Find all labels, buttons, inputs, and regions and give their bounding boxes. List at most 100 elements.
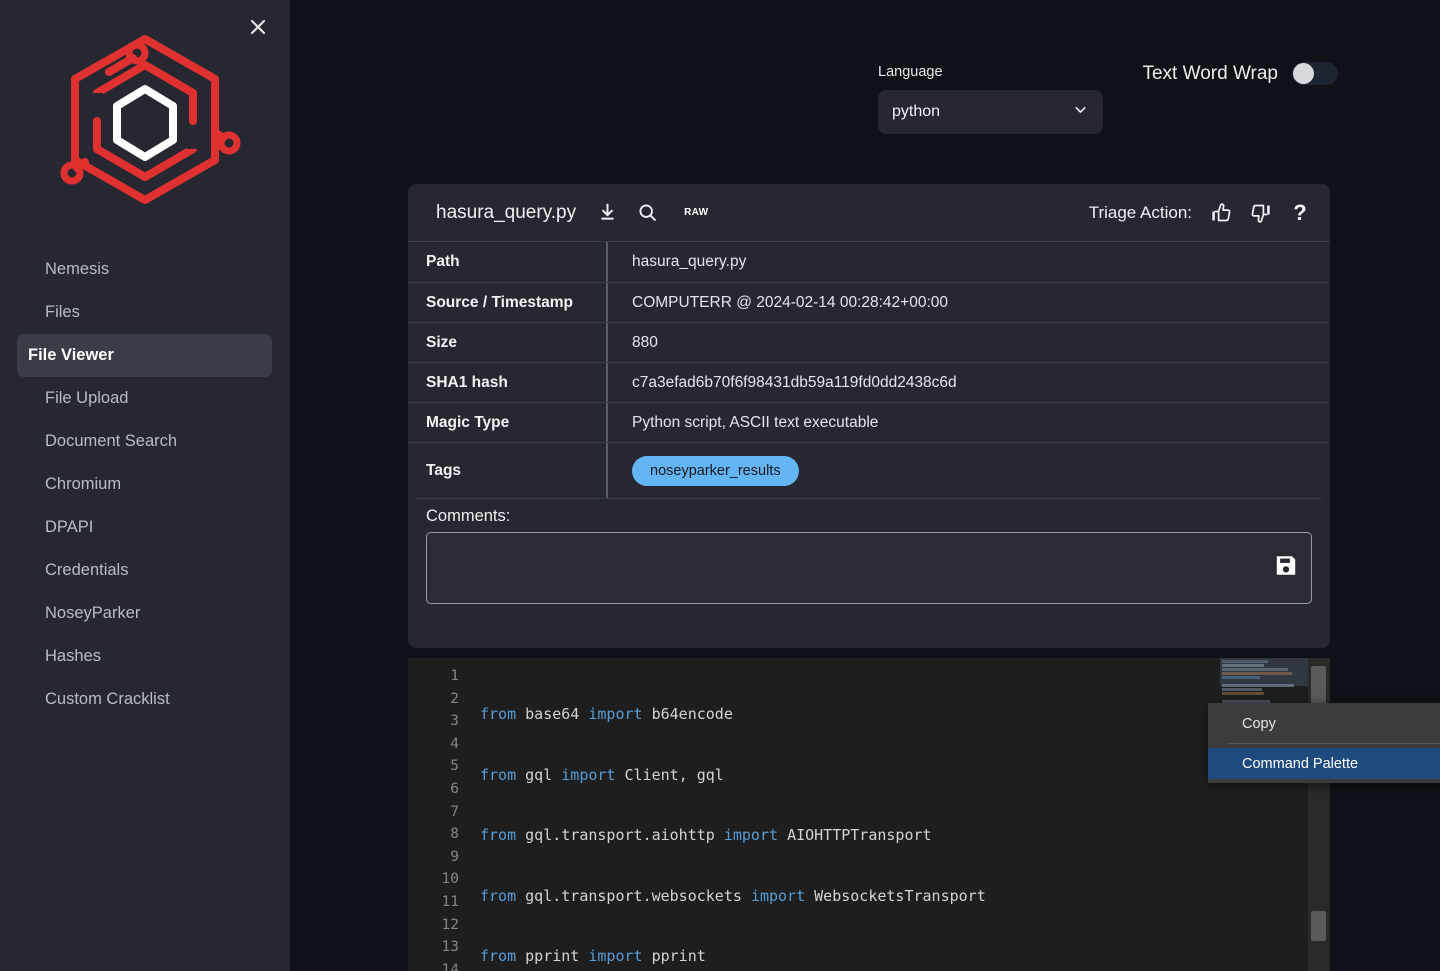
save-floppy-icon[interactable] (1273, 553, 1299, 584)
table-row: Source / Timestamp COMPUTERR @ 2024-02-1… (408, 282, 1330, 322)
table-row: Magic Type Python script, ASCII text exe… (408, 402, 1330, 442)
sidebar-item-document-search[interactable]: Document Search (17, 420, 272, 463)
word-wrap-label: Text Word Wrap (1142, 62, 1278, 84)
close-icon[interactable] (244, 13, 272, 41)
status-badge[interactable]: noseyparker_results (632, 455, 799, 486)
viewer-toolbar: Language python Text Word Wrap (290, 0, 1440, 175)
sidebar-item-chromium[interactable]: Chromium (17, 463, 272, 506)
metadata-value: 880 (632, 333, 658, 351)
comments-input[interactable] (426, 532, 1312, 604)
sidebar-nav: Nemesis Files File Viewer File Upload Do… (0, 240, 290, 721)
metadata-key: Magic Type (408, 403, 608, 442)
sidebar-item-label: Document Search (45, 432, 178, 450)
line-number: 13 (441, 939, 459, 956)
metadata-key: Size (408, 323, 608, 362)
line-number: 14 (441, 961, 459, 971)
sidebar-item-label: File Upload (45, 389, 129, 407)
search-icon[interactable] (632, 198, 662, 228)
context-menu: Copy Command Palette F1 (1208, 703, 1440, 783)
minimap-line (1222, 664, 1264, 667)
sidebar-item-hashes[interactable]: Hashes (17, 635, 272, 678)
comments-label: Comments: (426, 507, 511, 525)
sidebar-item-files[interactable]: Files (17, 291, 272, 334)
table-row: Path hasura_query.py (408, 242, 1330, 282)
metadata-key: Source / Timestamp (408, 283, 608, 322)
download-icon[interactable] (592, 198, 622, 228)
main-content: Language python Text Word Wrap hasura_qu… (290, 0, 1440, 971)
sidebar-item-label: Chromium (45, 475, 122, 493)
code-line: from gql import Client, gql (480, 765, 724, 784)
line-number-gutter: 1 2 3 4 5 6 7 8 9 10 11 12 13 14 (408, 658, 472, 971)
context-menu-item-command-palette[interactable]: Command Palette F1 (1208, 748, 1440, 779)
metadata-value: c7a3efad6b70f6f98431db59a119fd0dd2438c6d (632, 373, 957, 391)
context-menu-item-copy[interactable]: Copy (1208, 708, 1440, 739)
line-number: 10 (441, 871, 459, 888)
sidebar-item-label: Custom Cracklist (45, 690, 170, 708)
sidebar-item-label: Credentials (45, 561, 129, 579)
minimap-line (1222, 688, 1262, 691)
sidebar-item-file-viewer[interactable]: File Viewer (17, 334, 272, 377)
code-line: from base64 import b64encode (480, 705, 733, 723)
line-number: 7 (450, 803, 459, 820)
sidebar-item-file-upload[interactable]: File Upload (17, 377, 272, 420)
metadata-value: COMPUTERR @ 2024-02-14 00:28:42+00:00 (632, 293, 949, 311)
line-number: 12 (441, 916, 459, 933)
word-wrap-group: Text Word Wrap (1142, 62, 1338, 85)
minimap-line (1222, 692, 1264, 695)
line-number: 6 (450, 780, 459, 797)
code-line: from gql.transport.aiohttp import AIOHTT… (480, 826, 932, 845)
line-number: 8 (450, 826, 459, 843)
toggle-knob (1293, 63, 1314, 84)
metadata-table: Path hasura_query.py Source / Timestamp … (408, 242, 1330, 499)
question-mark-icon[interactable]: ? (1288, 200, 1312, 226)
app-root: Nemesis Files File Viewer File Upload Do… (0, 0, 1440, 971)
line-number: 9 (450, 848, 459, 865)
divider (1228, 743, 1440, 744)
scrollbar-thumb-secondary[interactable] (1311, 911, 1326, 941)
metadata-key: Tags (408, 443, 608, 498)
sidebar-item-label: File Viewer (28, 346, 114, 364)
context-menu-label: Copy (1242, 715, 1276, 732)
chevron-down-icon (1072, 101, 1089, 123)
sidebar-item-nemesis[interactable]: Nemesis (17, 248, 272, 291)
code-lines[interactable]: from base64 import b64encode from gql im… (480, 658, 1220, 971)
minimap-line (1222, 668, 1288, 671)
minimap-line (1222, 676, 1260, 679)
file-details-card: hasura_query.py RAW Triage Action: ? Pat… (408, 184, 1330, 648)
language-select-value: python (892, 103, 941, 120)
metadata-key: SHA1 hash (408, 363, 608, 402)
minimap-line (1222, 672, 1292, 675)
minimap-line (1222, 684, 1294, 687)
line-number: 2 (450, 690, 459, 707)
sidebar-item-label: Files (45, 303, 80, 321)
sidebar-item-label: NoseyParker (45, 604, 141, 622)
thumbs-down-icon[interactable] (1248, 200, 1274, 226)
tags-cell: noseyparker_results (608, 443, 1330, 498)
sidebar-item-label: DPAPI (45, 518, 94, 536)
triage-label: Triage Action: (1088, 202, 1192, 222)
sidebar: Nemesis Files File Viewer File Upload Do… (0, 0, 290, 971)
context-menu-label: Command Palette (1242, 755, 1359, 772)
sidebar-item-custom-cracklist[interactable]: Custom Cracklist (17, 678, 272, 721)
table-row: Size 880 (408, 322, 1330, 362)
thumbs-up-icon[interactable] (1208, 200, 1234, 226)
sidebar-item-label: Hashes (45, 647, 101, 665)
language-selector-group: Language python (878, 64, 1103, 134)
table-row-tags: Tags noseyparker_results (408, 442, 1330, 498)
word-wrap-toggle[interactable] (1292, 62, 1338, 85)
metadata-key: Path (408, 242, 608, 282)
file-card-header: hasura_query.py RAW Triage Action: ? (408, 184, 1330, 242)
sidebar-item-label: Nemesis (45, 260, 110, 278)
code-editor[interactable]: 1 2 3 4 5 6 7 8 9 10 11 12 13 14 from ba… (408, 658, 1330, 971)
language-select[interactable]: python (878, 90, 1103, 134)
code-line: from gql.transport.websockets import Web… (480, 886, 986, 905)
metadata-value: hasura_query.py (632, 253, 747, 270)
sidebar-item-dpapi[interactable]: DPAPI (17, 506, 272, 549)
metadata-value: Python script, ASCII text executable (632, 413, 879, 431)
code-line: from pprint import pprint (480, 947, 706, 966)
sidebar-item-credentials[interactable]: Credentials (17, 549, 272, 592)
sidebar-item-noseyparker[interactable]: NoseyParker (17, 592, 272, 635)
line-number: 4 (450, 735, 459, 752)
raw-button[interactable]: RAW (684, 207, 708, 218)
line-number: 5 (450, 758, 459, 775)
